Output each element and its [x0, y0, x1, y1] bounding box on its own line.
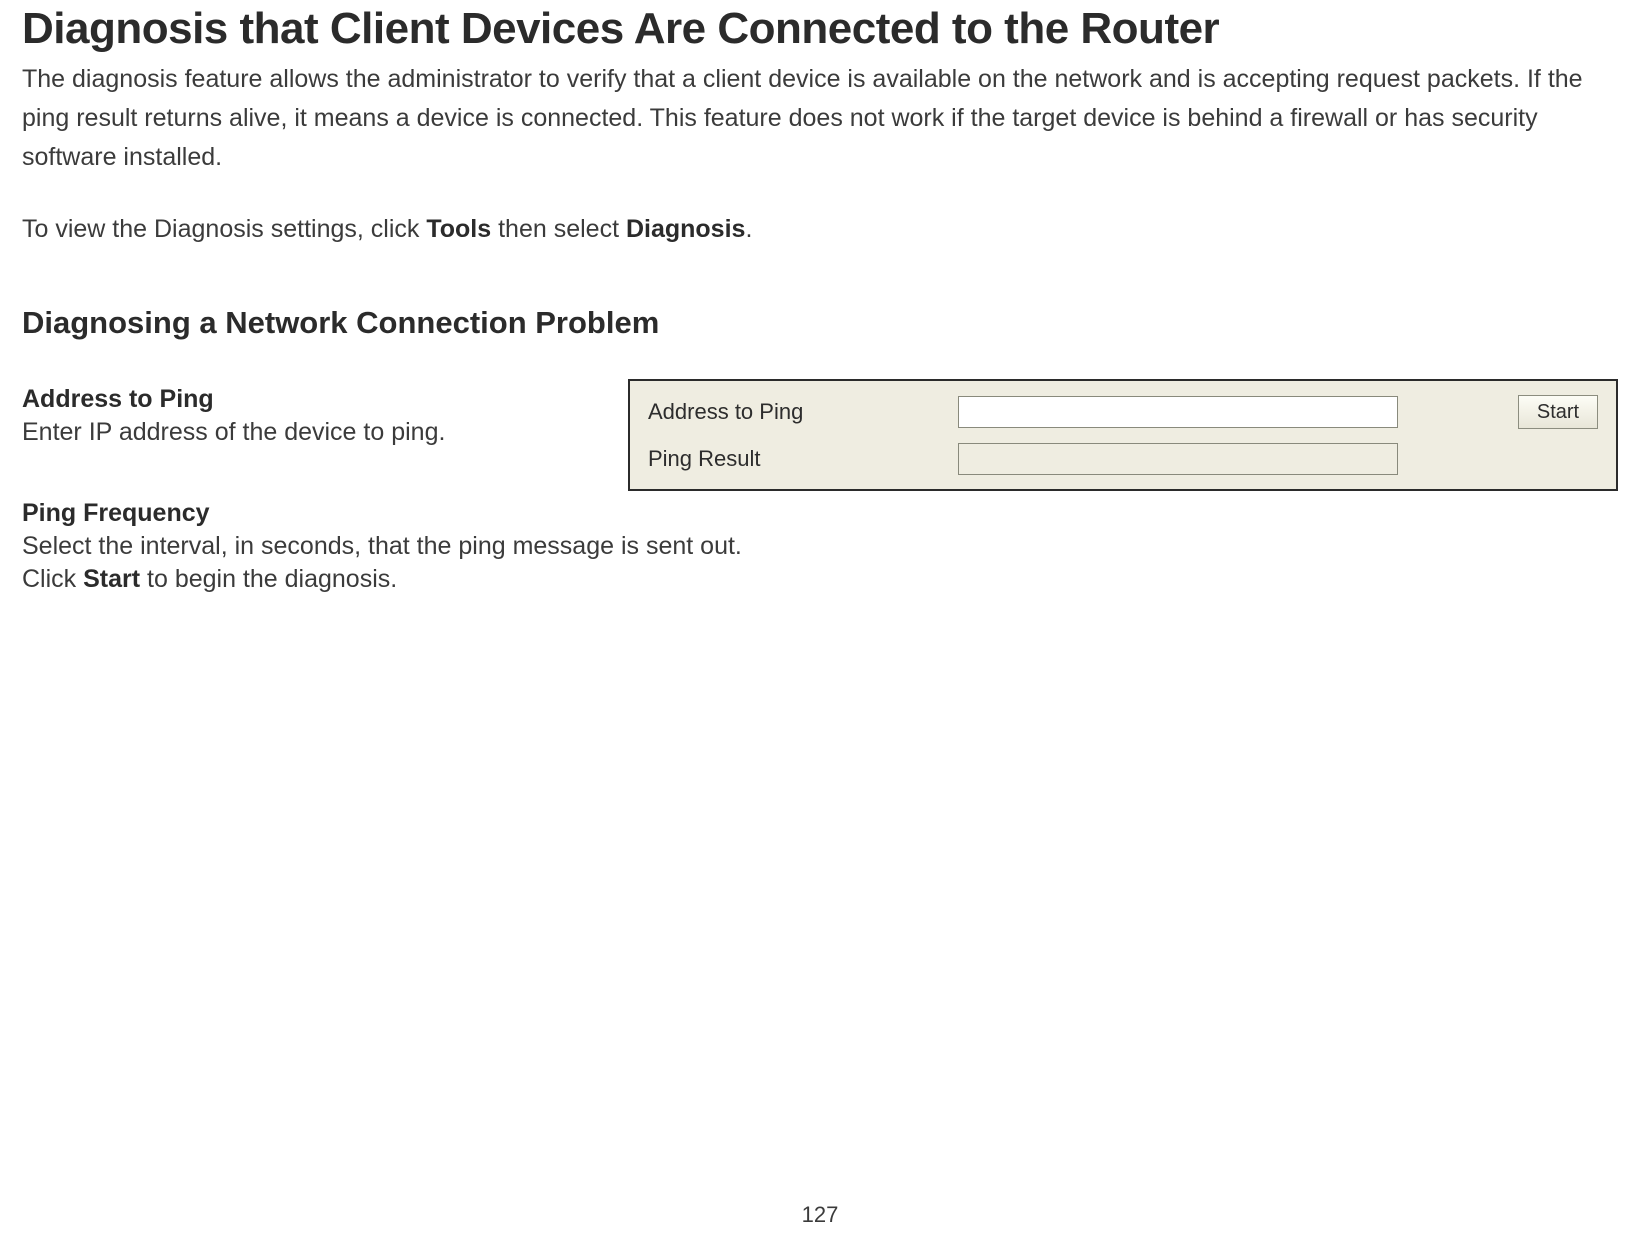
- ping-frequency-title: Ping Frequency: [22, 499, 1618, 528]
- panel-row-result: Ping Result: [648, 443, 1598, 475]
- ping-panel: Address to Ping Start Ping Result: [628, 379, 1618, 491]
- address-to-ping-desc: Enter IP address of the device to ping.: [22, 418, 445, 447]
- intro-paragraph: The diagnosis feature allows the adminis…: [22, 60, 1602, 176]
- page-title: Diagnosis that Client Devices Are Connec…: [22, 4, 1618, 54]
- start-instruction: Click Start to begin the diagnosis.: [22, 565, 1618, 594]
- page-number: 127: [0, 1202, 1640, 1228]
- nav-mid: then select: [491, 215, 626, 243]
- nav-tools-bold: Tools: [426, 215, 491, 243]
- address-input[interactable]: [958, 396, 1398, 428]
- nav-suffix: .: [745, 215, 752, 243]
- ping-result-output: [958, 443, 1398, 475]
- start-button[interactable]: Start: [1518, 395, 1598, 429]
- start-bold: Start: [83, 565, 140, 593]
- panel-result-label: Ping Result: [648, 446, 958, 472]
- nav-instruction: To view the Diagnosis settings, click To…: [22, 210, 1618, 249]
- start-suffix: to begin the diagnosis.: [140, 565, 397, 593]
- nav-diagnosis-bold: Diagnosis: [626, 215, 745, 243]
- start-prefix: Click: [22, 565, 83, 593]
- ping-frequency-desc: Select the interval, in seconds, that th…: [22, 532, 1618, 561]
- address-to-ping-title: Address to Ping: [22, 385, 445, 414]
- nav-prefix: To view the Diagnosis settings, click: [22, 215, 426, 243]
- panel-address-label: Address to Ping: [648, 399, 958, 425]
- section-subtitle: Diagnosing a Network Connection Problem: [22, 305, 1618, 341]
- panel-row-address: Address to Ping Start: [648, 395, 1598, 429]
